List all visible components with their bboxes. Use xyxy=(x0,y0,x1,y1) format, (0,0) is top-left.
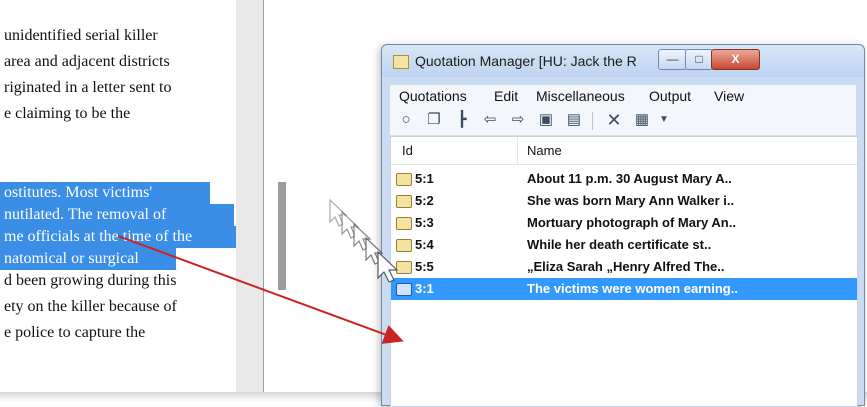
drag-overlay xyxy=(117,198,404,344)
cursor-trail xyxy=(329,198,399,283)
drag-arrow xyxy=(117,235,404,344)
cursor-arrow-icon xyxy=(377,250,399,283)
